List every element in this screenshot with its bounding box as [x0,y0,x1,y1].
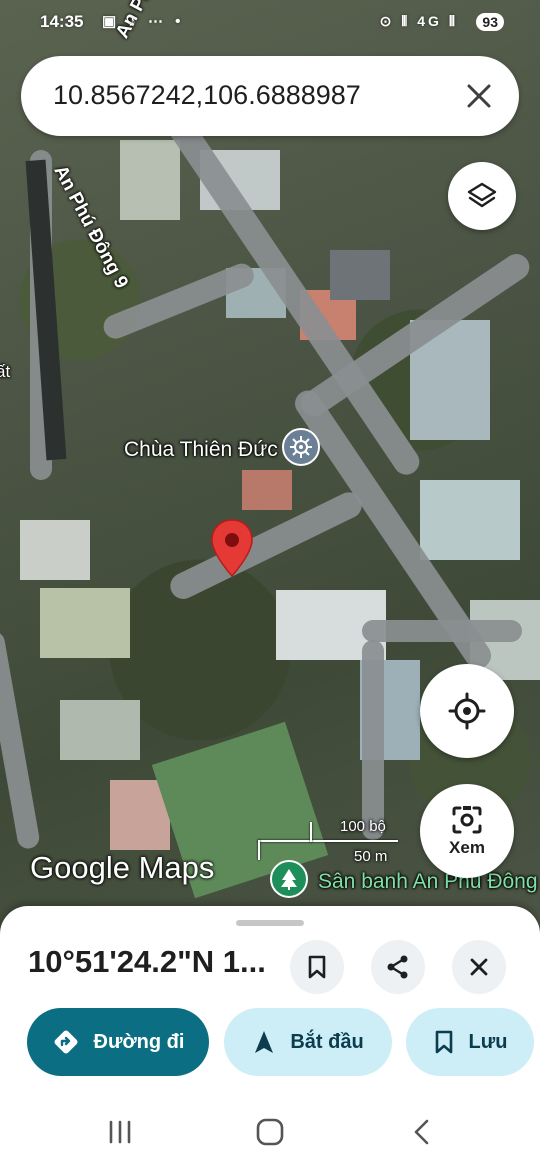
scale-bar: 100 bộ 50 m [258,816,398,866]
start-button[interactable]: Bắt đầu [224,1008,392,1076]
close-sheet-button[interactable] [452,940,506,994]
directions-button[interactable]: Đường đi [27,1008,209,1076]
road [362,640,384,840]
lens-label: Xem [449,838,485,857]
lens-button[interactable]: Xem [420,784,514,878]
camera-lens-icon [452,806,482,834]
rooftop [242,470,292,510]
rooftop [330,250,390,300]
poi-label[interactable]: Chùa Thiên Đức [124,438,278,462]
back-icon[interactable] [402,1112,442,1152]
drag-handle[interactable] [236,920,304,926]
share-icon [387,955,408,979]
temple-icon[interactable] [282,428,320,466]
save-button[interactable]: Lưu [406,1008,534,1076]
bookmark-button[interactable] [290,940,344,994]
clock: 14:35 [40,12,84,31]
signal-icons: ⊙ ⦀ 4G ⦀ [379,13,458,29]
layers-icon [467,182,497,208]
status-bar: 14:35 ▣ ♪ ⋯ • ⊙ ⦀ 4G ⦀ 93 [0,0,540,46]
rooftop [120,140,180,220]
road [0,629,41,851]
google-maps-logo: Google Maps [30,850,215,885]
bookmark-icon [308,955,326,979]
close-icon[interactable] [461,78,497,114]
close-icon [470,958,488,976]
directions-label: Đường đi [93,1030,185,1053]
directions-icon [54,1030,78,1054]
side-label: ất [0,362,11,381]
share-button[interactable] [371,940,425,994]
system-nav-bar [0,1096,540,1170]
road [362,620,522,642]
rooftop [420,480,520,560]
coordinates-title: 10°51'24.2"N 1... [28,944,266,979]
rooftop [20,520,90,580]
rooftop [60,700,140,760]
park-icon[interactable] [270,860,308,898]
search-bar[interactable] [21,56,519,136]
location-pin-icon[interactable] [208,518,256,580]
bookmark-icon [435,1030,452,1054]
layers-button[interactable] [448,162,516,230]
notification-icons: ▣ ♪ ⋯ • [102,13,185,30]
scale-feet-label: 100 bộ [340,818,386,835]
battery-icon: 93 [476,13,504,31]
search-input[interactable] [53,72,453,118]
navigation-arrow-icon [255,1031,274,1053]
rooftop [40,588,130,658]
scale-meters-label: 50 m [354,848,388,865]
my-location-icon [448,692,486,730]
recents-icon[interactable] [100,1112,140,1152]
save-label: Lưu [468,1030,508,1053]
home-icon[interactable] [250,1112,290,1152]
my-location-button[interactable] [420,664,514,758]
park-label[interactable]: Sân banh An Phú Đông [318,870,538,894]
start-label: Bắt đầu [290,1030,364,1053]
